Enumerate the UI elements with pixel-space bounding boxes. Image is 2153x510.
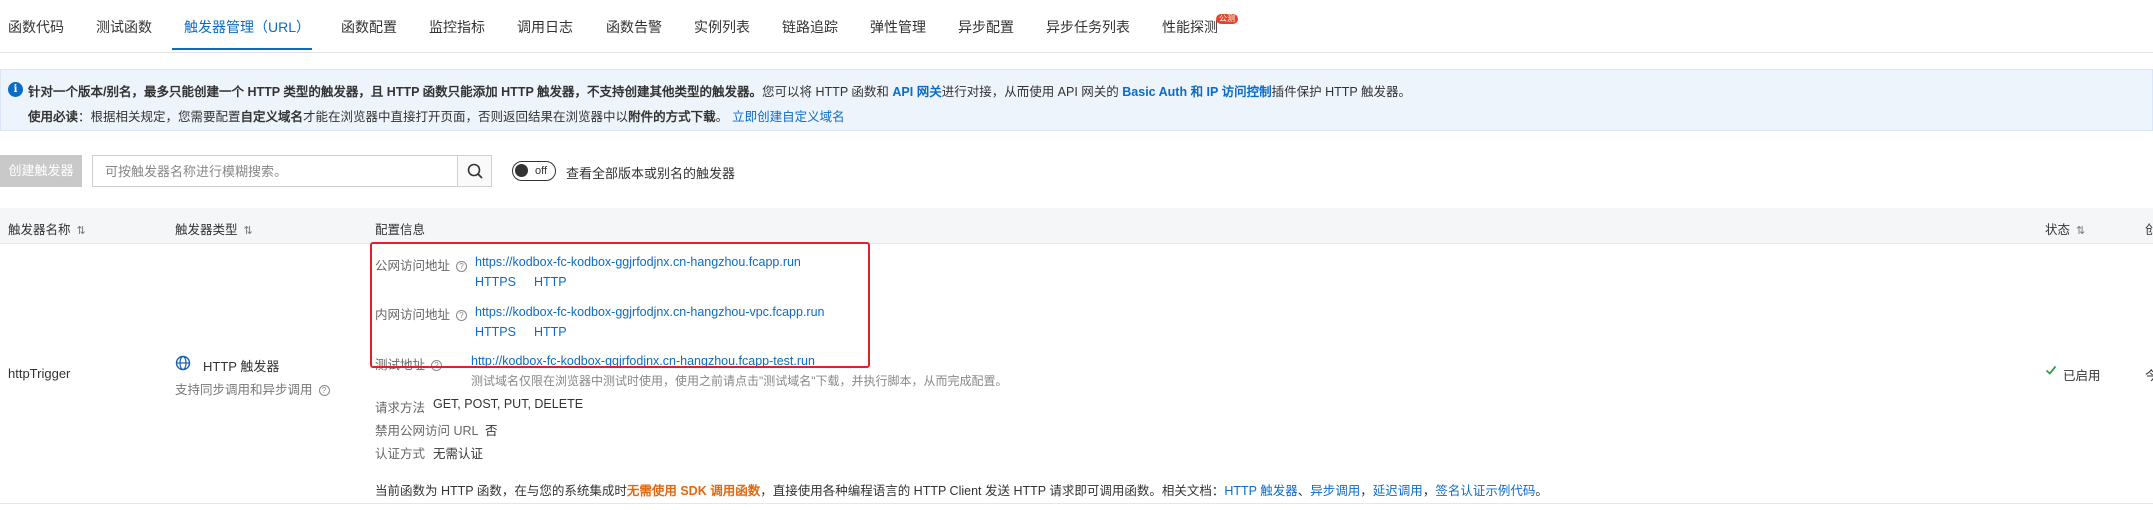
show-all-versions-toggle[interactable]: off xyxy=(512,161,556,181)
column-header-config: 配置信息 xyxy=(375,223,426,237)
auth-value: 无需认证 xyxy=(433,447,484,461)
toggle-knob xyxy=(515,164,528,177)
info-notice: i 针对一个版本/别名，最多只能创建一个 HTTP 类型的触发器，且 HTTP … xyxy=(0,69,2153,131)
active-tab-indicator xyxy=(172,48,312,50)
help-icon[interactable]: ? xyxy=(318,385,330,396)
trigger-type-description-text: 支持同步调用和异步调用 xyxy=(175,383,313,397)
info-icon: i xyxy=(8,82,23,97)
notice-text: 才能在浏览器中直接打开页面，否则返回结果在浏览器中以 xyxy=(303,110,629,124)
disable-public-url-value: 否 xyxy=(485,424,498,438)
column-header-type[interactable]: 触发器类型 ⇅ xyxy=(175,219,253,238)
note-text: 当前函数为 HTTP 函数，在与您的系统集成时 xyxy=(375,484,627,498)
note-separator: ， xyxy=(1422,484,1436,498)
tab-invocation-logs[interactable]: 调用日志 xyxy=(517,18,573,36)
doc-link-http-trigger[interactable]: HTTP 触发器 xyxy=(1224,484,1297,498)
column-header-type-label: 触发器类型 xyxy=(175,223,238,237)
sort-icon: ⇅ xyxy=(243,225,253,237)
trigger-type-description: 支持同步调用和异步调用? xyxy=(175,379,330,398)
trigger-name: httpTrigger xyxy=(8,366,71,381)
tab-metrics[interactable]: 监控指标 xyxy=(429,18,485,36)
toggle-state: off xyxy=(535,165,548,177)
doc-link-delayed-invocation[interactable]: 延迟调用 xyxy=(1373,484,1423,498)
api-gateway-link[interactable]: API 网关 xyxy=(892,85,941,99)
toggle-label: 查看全部版本或别名的触发器 xyxy=(566,166,736,181)
trigger-type: HTTP 触发器 xyxy=(203,359,280,374)
notice-line-1: 针对一个版本/别名，最多只能创建一个 HTTP 类型的触发器，且 HTTP 函数… xyxy=(28,81,1411,100)
notice-text: 进行对接，从而使用 API 网关的 xyxy=(941,85,1123,99)
column-header-status[interactable]: 状态 ⇅ xyxy=(2045,219,2085,238)
notice-must-read: 使用必读 xyxy=(28,110,79,124)
column-header-name-label: 触发器名称 xyxy=(8,223,71,237)
tab-bar: 函数代码 测试函数 触发器管理（URL） 函数配置 监控指标 调用日志 函数告警… xyxy=(0,0,2153,53)
table-row: httpTrigger HTTP 触发器 支持同步调用和异步调用? 公网访问地址… xyxy=(0,244,2153,504)
method-value: GET, POST, PUT, DELETE xyxy=(433,397,584,411)
tab-trigger-management[interactable]: 触发器管理（URL） xyxy=(184,18,310,36)
basic-auth-ip-control-link[interactable]: Basic Auth 和 IP 访问控制 xyxy=(1122,85,1271,99)
tab-async-tasks[interactable]: 异步任务列表 xyxy=(1046,18,1130,36)
tab-elastic-management[interactable]: 弹性管理 xyxy=(870,18,926,36)
extra-column-value: 今 xyxy=(2145,369,2153,383)
method-label: 请求方法 xyxy=(375,401,426,415)
tab-performance-probe-label: 性能探测 xyxy=(1162,19,1218,35)
doc-link-signature-sample[interactable]: 签名认证示例代码 xyxy=(1435,484,1535,498)
tab-function-alerts[interactable]: 函数告警 xyxy=(606,18,662,36)
doc-link-async-invocation[interactable]: 异步调用 xyxy=(1310,484,1360,498)
notice-text: ：根据相关规定，您需要配置 xyxy=(78,110,241,124)
no-sdk-emphasis: 无需使用 SDK 调用函数 xyxy=(626,484,761,498)
column-header-extra: 创 xyxy=(2145,223,2153,237)
create-trigger-button[interactable]: 创建触发器 xyxy=(0,155,82,187)
test-url-note: 测试域名仅限在浏览器中测试时使用，使用之前请点击"测试域名"下载，并执行脚本，从… xyxy=(471,374,1008,388)
note-separator: 、 xyxy=(1297,484,1311,498)
notice-bold-text: 针对一个版本/别名，最多只能创建一个 HTTP 类型的触发器，且 HTTP 函数… xyxy=(28,85,763,99)
sort-icon: ⇅ xyxy=(76,225,86,237)
table-header: 触发器名称 ⇅ 触发器类型 ⇅ 配置信息 状态 ⇅ 创 xyxy=(0,208,2153,244)
note-separator: ， xyxy=(1360,484,1373,498)
notice-text: 您可以将 HTTP 函数和 xyxy=(762,85,893,99)
notice-line-2: 使用必读：根据相关规定，您需要配置自定义域名才能在浏览器中直接打开页面，否则返回… xyxy=(28,106,845,125)
disable-public-url-label: 禁用公网访问 URL xyxy=(375,424,479,438)
note-end: 。 xyxy=(1535,484,1548,498)
search-box xyxy=(92,155,492,187)
search-icon xyxy=(467,163,483,179)
create-custom-domain-link[interactable]: 立即创建自定义域名 xyxy=(732,110,845,124)
http-function-note: 当前函数为 HTTP 函数，在与您的系统集成时无需使用 SDK 调用函数，直接使… xyxy=(375,480,1548,499)
beta-badge: 公测 xyxy=(1216,14,1238,24)
notice-text: 插件保护 HTTP 触发器。 xyxy=(1271,85,1411,99)
tab-function-code[interactable]: 函数代码 xyxy=(8,18,64,36)
status-check-icon xyxy=(2045,364,2057,379)
tab-performance-probe[interactable]: 性能探测 公测 xyxy=(1162,14,1238,36)
tab-test-function[interactable]: 测试函数 xyxy=(96,18,152,36)
notice-text: 。 xyxy=(715,110,729,124)
notice-custom-domain: 自定义域名 xyxy=(240,110,304,124)
status-text: 已启用 xyxy=(2063,369,2101,383)
auth-label: 认证方式 xyxy=(375,447,426,461)
highlight-box xyxy=(370,242,870,368)
search-input[interactable] xyxy=(93,156,458,186)
sort-icon: ⇅ xyxy=(2076,225,2086,237)
tab-function-config[interactable]: 函数配置 xyxy=(341,18,397,36)
tab-async-config[interactable]: 异步配置 xyxy=(958,18,1014,36)
tab-instances[interactable]: 实例列表 xyxy=(694,18,750,36)
notice-attachment: 附件的方式下载 xyxy=(628,110,716,124)
note-text: ，直接使用各种编程语言的 HTTP Client 发送 HTTP 请求即可调用函… xyxy=(760,484,1225,498)
globe-icon xyxy=(175,355,191,374)
search-button[interactable] xyxy=(457,156,491,186)
tab-tracing[interactable]: 链路追踪 xyxy=(782,18,838,36)
column-header-status-label: 状态 xyxy=(2045,223,2071,237)
column-header-name[interactable]: 触发器名称 ⇅ xyxy=(8,219,86,238)
